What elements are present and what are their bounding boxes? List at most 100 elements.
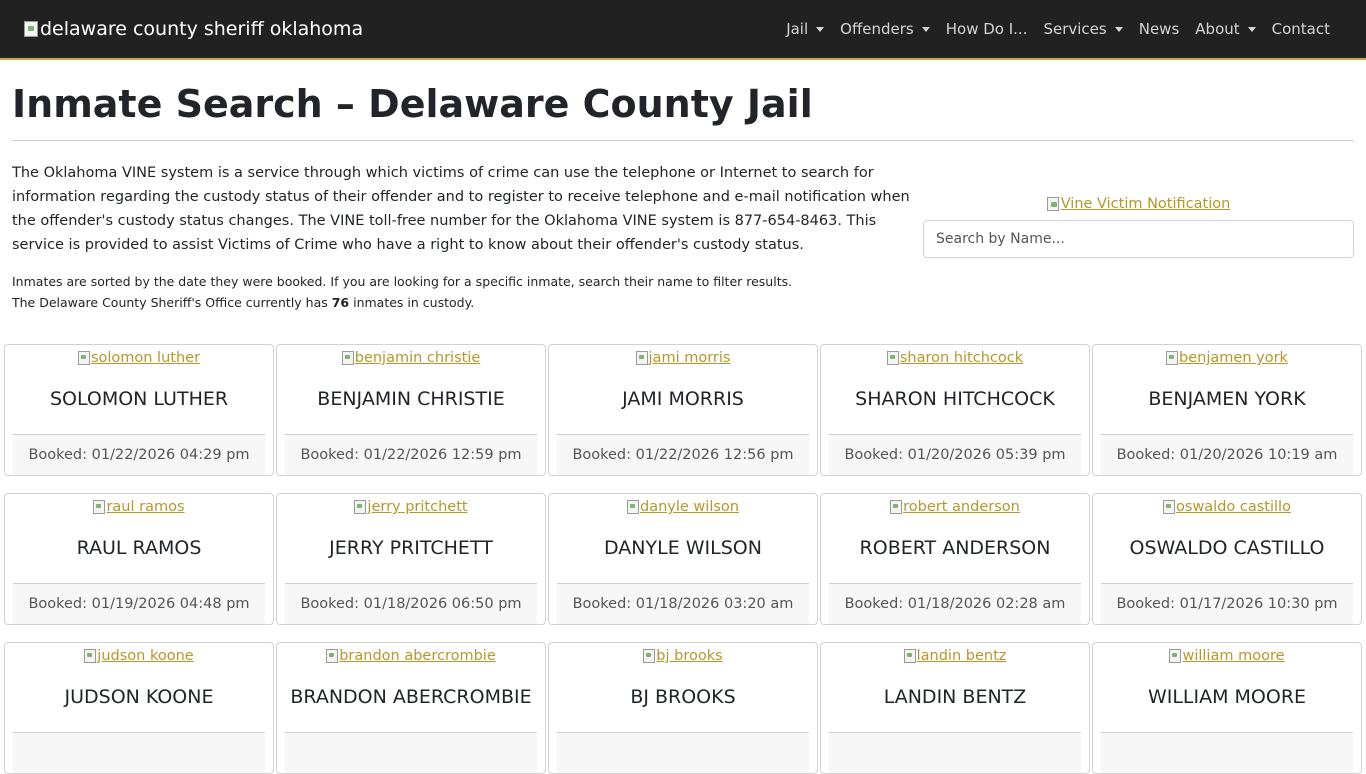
inmate-photo-link[interactable]: benjamin christie — [277, 345, 545, 373]
booked-date: Booked: 01/19/2026 04:48 pm — [13, 583, 265, 624]
nav-item-about[interactable]: About — [1195, 20, 1256, 38]
booked-date — [1101, 732, 1353, 773]
inmate-name: WILLIAM MOORE — [1147, 686, 1307, 708]
broken-image-icon — [326, 649, 339, 663]
inmate-card[interactable]: benjamen york BENJAMEN YORK Booked: 01/20/… — [1092, 344, 1362, 476]
broken-image-icon — [635, 351, 648, 365]
search-by-name-input[interactable] — [923, 220, 1354, 258]
inmate-name: JERRY PRITCHETT — [329, 537, 493, 559]
booked-date — [829, 732, 1081, 773]
inmate-photo-link[interactable]: william moore — [1093, 643, 1361, 671]
inmate-card[interactable]: solomon luther SOLOMON LUTHER Booked: 01/2… — [4, 344, 274, 476]
nav-item-label: Services — [1043, 20, 1107, 38]
inmate-name: ROBERT ANDERSON — [859, 537, 1051, 559]
inmate-card[interactable]: judson koone JUDSON KOONE — [4, 642, 274, 774]
inmate-photo-alt: judson koone — [97, 648, 194, 664]
inmate-photo-alt: william moore — [1182, 648, 1285, 664]
broken-image-icon — [886, 351, 899, 365]
broken-image-icon — [84, 649, 97, 663]
inmate-photo-alt: brandon abercrombie — [339, 648, 496, 664]
inmate-card[interactable]: bj brooks BJ BROOKS — [548, 642, 818, 774]
inmate-photo-link[interactable]: bj brooks — [549, 643, 817, 671]
inmate-card[interactable]: robert anderson ROBERT ANDERSON Booked: 01… — [820, 493, 1090, 625]
nav-item-label: Jail — [786, 20, 809, 38]
booked-date — [557, 732, 809, 773]
inmate-name: SOLOMON LUTHER — [49, 388, 229, 410]
navbar: delaware county sheriff oklahoma Jail Of… — [0, 0, 1366, 60]
nav-item-services[interactable]: Services — [1043, 20, 1123, 38]
inmate-card[interactable]: danyle wilson DANYLE WILSON Booked: 01/18/… — [548, 493, 818, 625]
nav-item-contact[interactable]: Contact — [1272, 20, 1330, 38]
inmate-photo-link[interactable]: jerry pritchett — [277, 494, 545, 522]
inmate-photo-alt: sharon hitchcock — [899, 350, 1024, 366]
nav-item-how-do-i[interactable]: How Do I... — [946, 20, 1028, 38]
brand-alt-text: delaware county sheriff oklahoma — [40, 18, 364, 40]
inmate-photo-link[interactable]: benjamen york — [1093, 345, 1361, 373]
inmate-photo-link[interactable]: landin bentz — [821, 643, 1089, 671]
inmate-card[interactable]: william moore WILLIAM MOORE — [1092, 642, 1362, 774]
booked-date: Booked: 01/18/2026 02:28 am — [829, 583, 1081, 624]
inmate-card[interactable]: oswaldo castillo OSWALDO CASTILLO Booked: … — [1092, 493, 1362, 625]
inmate-name: BENJAMIN CHRISTIE — [317, 388, 505, 410]
inmate-photo-link[interactable]: robert anderson — [821, 494, 1089, 522]
inmate-photo-alt: landin bentz — [916, 648, 1007, 664]
inmate-photo-alt: danyle wilson — [640, 499, 739, 515]
booked-date: Booked: 01/22/2026 12:56 pm — [557, 434, 809, 475]
booked-date — [285, 732, 537, 773]
inmate-name: OSWALDO CASTILLO — [1129, 537, 1325, 559]
broken-image-icon — [1166, 351, 1179, 365]
vine-notification-link[interactable]: Vine Victim Notification — [923, 196, 1354, 212]
broken-image-icon — [354, 500, 367, 514]
main-content: Inmate Search – Delaware County Jail The… — [0, 60, 1366, 313]
caret-down-icon — [816, 27, 825, 32]
broken-image-icon — [24, 21, 38, 37]
inmate-card[interactable]: jami morris JAMI MORRIS Booked: 01/22/2026… — [548, 344, 818, 476]
vine-alt-text: Vine Victim Notification — [1060, 196, 1231, 212]
booked-date: Booked: 01/18/2026 06:50 pm — [285, 583, 537, 624]
inmate-photo-link[interactable]: oswaldo castillo — [1093, 494, 1361, 522]
broken-image-icon — [93, 500, 106, 514]
inmate-photo-link[interactable]: judson koone — [5, 643, 273, 671]
broken-image-icon — [77, 351, 90, 365]
caret-down-icon — [921, 27, 930, 32]
nav-item-jail[interactable]: Jail — [786, 20, 825, 38]
inmate-count-line: The Delaware County Sheriff's Office cur… — [12, 292, 912, 313]
broken-image-icon — [903, 649, 916, 663]
broken-image-icon — [1163, 500, 1176, 514]
nav-menu: Jail Offenders How Do I... Services News… — [770, 20, 1342, 38]
booked-date: Booked: 01/20/2026 05:39 pm — [829, 434, 1081, 475]
booked-date: Booked: 01/17/2026 10:30 pm — [1101, 583, 1353, 624]
inmate-name: BJ BROOKS — [630, 686, 736, 708]
inmate-photo-link[interactable]: raul ramos — [5, 494, 273, 522]
broken-image-icon — [643, 649, 656, 663]
intro-right-column: Vine Victim Notification — [912, 161, 1354, 313]
inmate-name: BENJAMEN YORK — [1148, 388, 1306, 410]
inmate-card[interactable]: raul ramos RAUL RAMOS Booked: 01/19/2026 0… — [4, 493, 274, 625]
inmate-photo-link[interactable]: danyle wilson — [549, 494, 817, 522]
count-prefix: The Delaware County Sheriff's Office cur… — [12, 295, 332, 310]
inmate-card[interactable]: brandon abercrombie BRANDON ABERCROMBIE — [276, 642, 546, 774]
inmate-photo-link[interactable]: sharon hitchcock — [821, 345, 1089, 373]
inmate-grid: solomon luther SOLOMON LUTHER Booked: 01/2… — [4, 344, 1362, 774]
broken-image-icon — [341, 351, 354, 365]
inmate-photo-link[interactable]: jami morris — [549, 345, 817, 373]
inmate-count: 76 — [331, 295, 350, 310]
page-title: Inmate Search – Delaware County Jail — [12, 60, 1354, 141]
inmate-card[interactable]: sharon hitchcock SHARON HITCHCOCK Booked: … — [820, 344, 1090, 476]
inmate-photo-link[interactable]: brandon abercrombie — [277, 643, 545, 671]
inmate-photo-link[interactable]: solomon luther — [5, 345, 273, 373]
nav-item-label: How Do I... — [945, 20, 1028, 38]
count-suffix: inmates in custody. — [349, 295, 475, 310]
broken-image-icon — [890, 500, 903, 514]
inmate-name: DANYLE WILSON — [604, 537, 762, 559]
nav-item-offenders[interactable]: Offenders — [840, 20, 930, 38]
inmate-photo-alt: bj brooks — [656, 648, 723, 664]
inmate-card[interactable]: landin bentz LANDIN BENTZ — [820, 642, 1090, 774]
inmate-card[interactable]: benjamin christie BENJAMIN CHRISTIE Booked… — [276, 344, 546, 476]
booked-date: Booked: 01/22/2026 04:29 pm — [13, 434, 265, 475]
nav-item-news[interactable]: News — [1139, 20, 1180, 38]
broken-image-icon — [627, 500, 640, 514]
brand-logo-link[interactable]: delaware county sheriff oklahoma — [24, 18, 363, 40]
inmate-card[interactable]: jerry pritchett JERRY PRITCHETT Booked: 01… — [276, 493, 546, 625]
broken-image-icon — [1169, 649, 1182, 663]
